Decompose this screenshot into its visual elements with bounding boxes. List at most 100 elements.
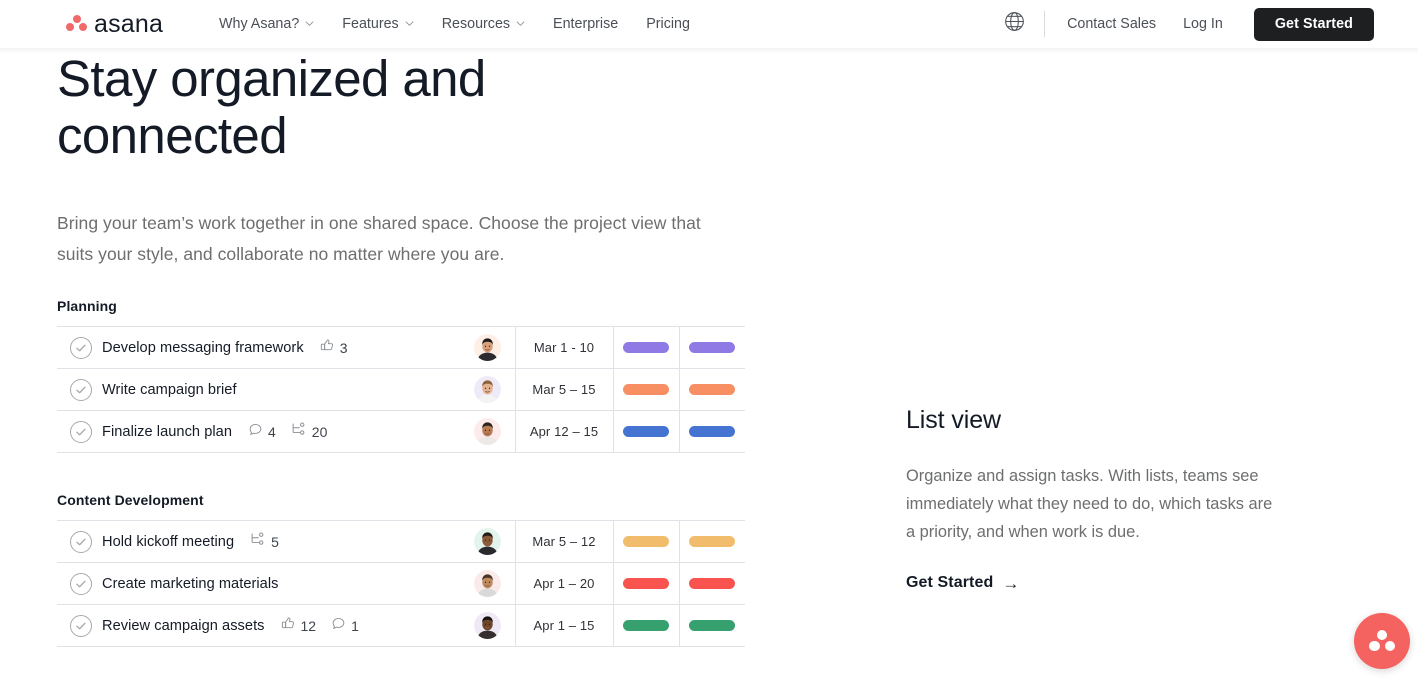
nav-item-pricing[interactable]: Pricing — [632, 0, 704, 48]
avatar — [473, 528, 501, 555]
task-title: Write campaign brief — [102, 381, 237, 398]
log-in-link[interactable]: Log In — [1183, 16, 1223, 32]
nav-item-why-asana[interactable]: Why Asana? — [219, 0, 328, 48]
nav-right-cluster: Contact Sales Log In Get Started — [1001, 0, 1374, 48]
tag-cell-primary[interactable] — [613, 562, 680, 605]
status-badge — [623, 536, 669, 547]
task-meta-thumbs-up: 12 — [281, 616, 317, 636]
tag-cell-secondary[interactable] — [679, 520, 745, 563]
complete-task-checkbox[interactable] — [70, 572, 92, 595]
primary-nav: Why Asana? Features Resources Enterprise — [219, 0, 704, 48]
table-row[interactable]: Write campaign brief Mar 5 – 15 — [57, 368, 745, 411]
tag-cell-secondary[interactable] — [679, 326, 745, 369]
assignee-cell[interactable] — [460, 326, 516, 369]
get-started-button[interactable]: Get Started — [1253, 7, 1374, 41]
tag-cell-primary[interactable] — [613, 520, 680, 563]
assignee-cell[interactable] — [460, 604, 516, 647]
task-title: Hold kickoff meeting — [102, 533, 235, 550]
assignee-cell[interactable] — [460, 520, 516, 563]
due-date-cell[interactable]: Mar 1 - 10 — [515, 326, 614, 369]
status-badge — [689, 536, 736, 547]
tag-cell-secondary[interactable] — [679, 604, 745, 647]
task-meta-group: 3 — [320, 338, 348, 358]
globe-icon — [1003, 10, 1026, 38]
complete-task-checkbox[interactable] — [70, 336, 92, 359]
task-meta-count: 4 — [268, 423, 276, 440]
due-date-text: Apr 12 – 15 — [529, 424, 599, 439]
table-row[interactable]: Develop messaging framework 3 Mar 1 - 10 — [57, 326, 745, 369]
due-date-cell[interactable]: Apr 1 – 15 — [515, 604, 614, 647]
tag-cell-primary[interactable] — [613, 410, 680, 453]
status-badge — [623, 620, 669, 631]
contact-sales-link[interactable]: Contact Sales — [1067, 16, 1156, 32]
asana-logo[interactable]: asana — [66, 11, 163, 37]
task-group-planning: Planning Develop messaging framework 3 Mar… — [57, 298, 745, 453]
due-date-text: Apr 1 – 15 — [533, 618, 595, 633]
nav-item-label: Why Asana? — [219, 16, 300, 32]
due-date-cell[interactable]: Apr 12 – 15 — [515, 410, 614, 453]
complete-task-checkbox[interactable] — [70, 530, 92, 553]
table-row[interactable]: Finalize launch plan 4 20 Apr 12 – 15 — [57, 410, 745, 453]
tag-cell-secondary[interactable] — [679, 410, 745, 453]
due-date-text: Apr 1 – 20 — [533, 576, 595, 591]
assignee-cell[interactable] — [460, 410, 516, 453]
table-row[interactable]: Create marketing materials Apr 1 – 20 — [57, 562, 745, 605]
navbar-shadow — [0, 48, 1418, 55]
due-date-text: Mar 5 – 12 — [532, 534, 596, 549]
tag-cell-secondary[interactable] — [679, 368, 745, 411]
status-badge — [689, 342, 736, 353]
nav-divider — [1044, 11, 1046, 37]
language-selector[interactable] — [1001, 11, 1027, 37]
subtask-icon — [291, 421, 307, 442]
status-badge — [689, 620, 736, 631]
task-meta-comment: 1 — [331, 616, 359, 636]
task-meta-group: 4 20 — [248, 421, 327, 442]
table-row[interactable]: Hold kickoff meeting 5 Mar 5 – 12 — [57, 520, 745, 563]
nav-item-resources[interactable]: Resources — [428, 0, 539, 48]
nav-item-features[interactable]: Features — [328, 0, 427, 48]
nav-item-label: Resources — [441, 16, 511, 32]
avatar — [473, 418, 501, 445]
status-badge — [689, 578, 736, 589]
tag-cell-primary[interactable] — [613, 368, 680, 411]
group-title: Planning — [57, 298, 117, 314]
tag-cell-secondary[interactable] — [679, 562, 745, 605]
main-navbar: asana Why Asana? Features Resources Ente… — [0, 0, 1418, 48]
table-row[interactable]: Review campaign assets 12 1 Apr 1 – 15 — [57, 604, 745, 647]
subtask-icon — [250, 531, 266, 552]
status-badge — [623, 578, 669, 589]
chevron-down-icon — [516, 19, 525, 28]
task-group-content-development: Content Development Hold kickoff meeting… — [57, 492, 745, 647]
assignee-cell[interactable] — [460, 368, 516, 411]
hero-section: Stay organized and connected Bring your … — [57, 50, 757, 270]
due-date-cell[interactable]: Apr 1 – 20 — [515, 562, 614, 605]
task-table: Develop messaging framework 3 Mar 1 - 10 Wr… — [57, 326, 745, 453]
task-title: Create marketing materials — [102, 575, 279, 592]
status-badge — [689, 384, 736, 395]
task-meta-count: 1 — [351, 617, 359, 634]
complete-task-checkbox[interactable] — [70, 378, 92, 401]
task-meta-comment: 4 — [248, 422, 276, 442]
due-date-cell[interactable]: Mar 5 – 12 — [515, 520, 614, 563]
task-meta-count: 20 — [311, 423, 328, 440]
tag-cell-primary[interactable] — [613, 326, 680, 369]
due-date-cell[interactable]: Mar 5 – 15 — [515, 368, 614, 411]
task-board: Planning Develop messaging framework 3 Mar… — [57, 298, 745, 647]
task-meta-count: 12 — [300, 617, 317, 634]
nav-item-enterprise[interactable]: Enterprise — [539, 0, 632, 48]
panel-get-started-link[interactable]: Get Started → — [906, 574, 1019, 592]
task-title: Develop messaging framework — [102, 339, 304, 356]
chevron-down-icon — [405, 19, 414, 28]
assignee-cell[interactable] — [460, 562, 516, 605]
nav-item-label: Features — [342, 16, 399, 32]
tag-cell-primary[interactable] — [613, 604, 680, 647]
due-date-text: Mar 5 – 15 — [532, 382, 596, 397]
task-name-cell: Finalize launch plan 4 20 — [57, 410, 460, 453]
nav-item-label: Pricing — [646, 16, 690, 32]
task-name-cell: Create marketing materials — [57, 562, 460, 605]
complete-task-checkbox[interactable] — [70, 420, 92, 443]
complete-task-checkbox[interactable] — [70, 614, 92, 637]
status-badge — [623, 342, 669, 353]
chat-widget-button[interactable] — [1354, 613, 1410, 669]
hero-subheading: Bring your team’s work together in one s… — [57, 213, 701, 264]
